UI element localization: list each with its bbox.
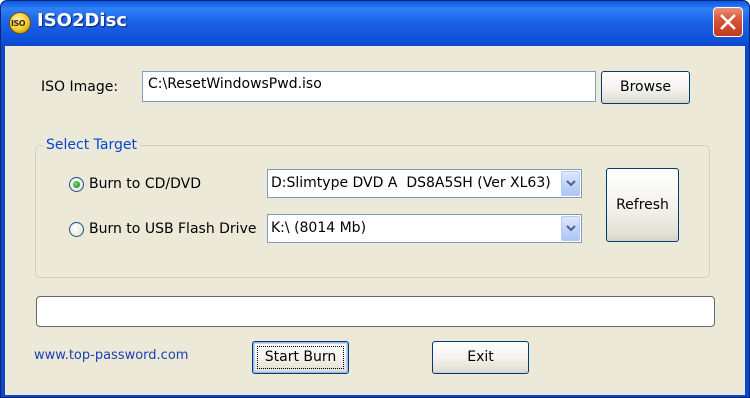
focus-rectangle <box>257 346 344 369</box>
select-target-title: Select Target <box>43 137 140 153</box>
chevron-down-icon <box>566 180 576 187</box>
refresh-button[interactable]: Refresh <box>606 168 679 242</box>
title-bar[interactable]: ISO ISO2Disc <box>1 1 749 46</box>
client-area: ISO Image: C:\ResetWindowsPwd.iso Browse… <box>5 46 745 395</box>
start-burn-button[interactable]: Start Burn <box>252 341 349 374</box>
app-icon-text: ISO <box>11 19 26 28</box>
burn-usb-label[interactable]: Burn to USB Flash Drive <box>89 221 256 237</box>
cd-dvd-drive-value: D:Slimtype DVD A DS8A5SH (Ver XL63) <box>271 175 551 191</box>
close-icon <box>720 14 736 30</box>
iso-path-input[interactable]: C:\ResetWindowsPwd.iso <box>142 71 596 102</box>
cd-dvd-dropdown-button[interactable] <box>561 171 580 196</box>
app-window: ISO ISO2Disc ISO Image: C:\ResetWindowsP… <box>0 0 750 398</box>
burn-progress-bar <box>36 296 715 327</box>
usb-dropdown-button[interactable] <box>561 216 580 241</box>
iso-image-label: ISO Image: <box>41 79 119 95</box>
usb-drive-value: K:\ (8014 Mb) <box>271 220 367 236</box>
radio-selected-dot <box>73 181 80 188</box>
burn-cd-dvd-label[interactable]: Burn to CD/DVD <box>89 176 201 192</box>
website-link[interactable]: www.top-password.com <box>34 348 188 363</box>
usb-drive-select[interactable]: K:\ (8014 Mb) <box>267 214 582 243</box>
close-button[interactable] <box>713 7 743 37</box>
burn-usb-radio[interactable] <box>69 222 84 237</box>
cd-dvd-drive-select[interactable]: D:Slimtype DVD A DS8A5SH (Ver XL63) <box>267 169 582 198</box>
chevron-down-icon <box>566 225 576 232</box>
exit-button[interactable]: Exit <box>432 341 529 374</box>
burn-cd-dvd-radio[interactable] <box>69 177 84 192</box>
window-title: ISO2Disc <box>37 10 127 31</box>
disc-app-icon: ISO <box>9 12 31 34</box>
browse-button[interactable]: Browse <box>601 71 690 104</box>
